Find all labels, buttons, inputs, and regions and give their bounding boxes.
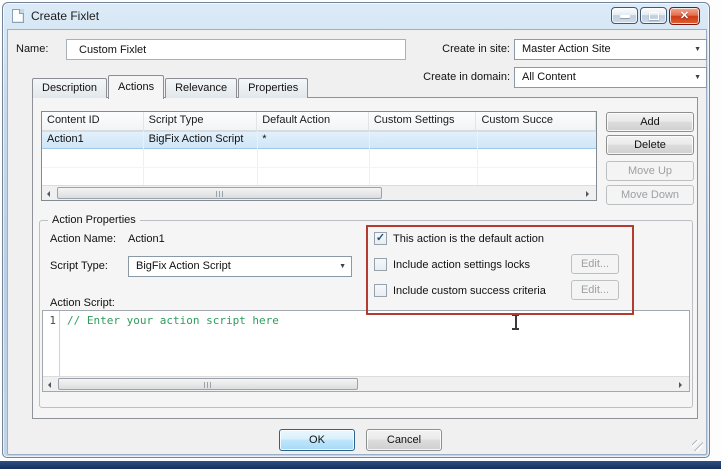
tab-properties[interactable]: Properties xyxy=(238,78,309,98)
script-type-dropdown[interactable]: BigFix Action Script ▼ xyxy=(128,256,352,277)
cell-content-id: Action1 xyxy=(47,133,84,145)
document-icon xyxy=(12,9,24,23)
text-cursor-icon xyxy=(511,314,520,330)
edit-locks-button[interactable]: Edit... xyxy=(571,254,619,274)
scrollbar-thumb[interactable] xyxy=(57,187,382,199)
scrollbar-thumb[interactable] xyxy=(58,378,358,390)
grid-line xyxy=(143,131,144,185)
close-icon: ✕ xyxy=(679,10,690,22)
action-name-label: Action Name: xyxy=(50,233,117,245)
tab-strip: Description Actions Relevance Properties xyxy=(32,74,309,99)
create-in-domain-dropdown[interactable]: All Content ▼ xyxy=(514,67,707,88)
title-bar[interactable]: Create Fixlet ✕ xyxy=(3,3,709,29)
actions-table: Content ID Script Type Default Action Cu… xyxy=(41,111,597,201)
domain-selected-value: All Content xyxy=(522,71,576,83)
create-in-site-dropdown[interactable]: Master Action Site ▼ xyxy=(514,39,707,60)
script-code-text: // Enter your action script here xyxy=(67,314,279,327)
cell-default-action: * xyxy=(262,133,267,145)
window-title: Create Fixlet xyxy=(31,9,100,23)
scroll-left-icon[interactable] xyxy=(42,187,57,200)
group-legend: Action Properties xyxy=(48,214,140,226)
edit-criteria-button[interactable]: Edit... xyxy=(571,280,619,300)
grid-line xyxy=(42,167,596,168)
chevron-down-icon: ▼ xyxy=(694,74,701,81)
tab-description[interactable]: Description xyxy=(32,78,108,98)
column-header-custom-settings[interactable]: Custom Settings xyxy=(368,112,477,131)
move-up-button[interactable]: Move Up xyxy=(606,161,694,181)
tab-relevance[interactable]: Relevance xyxy=(165,78,238,98)
settings-locks-checkbox-label: Include action settings locks xyxy=(393,259,530,271)
action-properties-group: Action Properties Action Name: Action1 S… xyxy=(39,214,693,408)
default-action-checkbox-label: This action is the default action xyxy=(393,233,545,245)
maximize-button[interactable] xyxy=(640,7,667,24)
window-controls: ✕ xyxy=(609,7,700,25)
column-header-script-type[interactable]: Script Type xyxy=(143,112,258,131)
create-in-domain-label: Create in domain: xyxy=(423,71,510,83)
line-number: 1 xyxy=(49,314,56,327)
site-selected-value: Master Action Site xyxy=(522,43,611,55)
action-name-value: Action1 xyxy=(128,233,165,245)
screenshot-background: Create Fixlet ✕ Name: Create in site: Ma… xyxy=(0,0,721,469)
scroll-right-icon[interactable] xyxy=(674,378,689,391)
column-header-custom-success[interactable]: Custom Succe xyxy=(476,112,596,131)
tab-actions[interactable]: Actions xyxy=(108,75,165,99)
ok-button[interactable]: OK xyxy=(279,429,355,451)
delete-button[interactable]: Delete xyxy=(606,135,694,155)
cell-custom-success xyxy=(476,132,596,148)
scrollbar-grip-icon xyxy=(215,191,224,197)
scrollbar-grip-icon xyxy=(204,382,212,388)
cell-custom-settings xyxy=(369,132,477,148)
table-horizontal-scrollbar[interactable] xyxy=(42,185,596,200)
scroll-right-icon[interactable] xyxy=(581,187,596,200)
minimize-button[interactable] xyxy=(611,7,638,24)
resize-grip[interactable] xyxy=(692,440,703,451)
grid-line xyxy=(369,131,370,185)
desktop-edge-strip xyxy=(0,461,721,469)
create-fixlet-dialog: Create Fixlet ✕ Name: Create in site: Ma… xyxy=(2,2,710,458)
scroll-left-icon[interactable] xyxy=(43,378,58,391)
cancel-button[interactable]: Cancel xyxy=(366,429,442,451)
cell-script-type: BigFix Action Script xyxy=(148,133,244,145)
column-header-default-action[interactable]: Default Action xyxy=(257,112,369,131)
editor-horizontal-scrollbar[interactable] xyxy=(43,376,689,391)
table-header-row: Content ID Script Type Default Action Cu… xyxy=(42,112,596,131)
name-label: Name: xyxy=(16,43,49,55)
success-criteria-checkbox[interactable] xyxy=(374,284,387,297)
add-button[interactable]: Add xyxy=(606,112,694,132)
close-button[interactable]: ✕ xyxy=(669,7,700,25)
script-type-selected-value: BigFix Action Script xyxy=(136,260,231,272)
grid-line xyxy=(477,131,478,185)
action-script-editor[interactable]: 1 // Enter your action script here xyxy=(42,310,690,392)
maximize-icon xyxy=(649,12,659,20)
success-criteria-checkbox-label: Include custom success criteria xyxy=(393,285,546,297)
create-in-site-label: Create in site: xyxy=(442,43,510,55)
chevron-down-icon: ▼ xyxy=(694,46,701,53)
default-action-checkbox[interactable]: ✓ xyxy=(374,232,387,245)
script-type-label: Script Type: xyxy=(50,260,108,272)
column-header-content-id[interactable]: Content ID xyxy=(42,112,144,131)
chevron-down-icon: ▼ xyxy=(339,263,346,270)
move-down-button[interactable]: Move Down xyxy=(606,185,694,205)
minimize-icon xyxy=(620,15,630,18)
settings-locks-checkbox[interactable] xyxy=(374,258,387,271)
actions-tab-panel: Content ID Script Type Default Action Cu… xyxy=(32,97,698,419)
line-number-gutter: 1 xyxy=(43,311,60,377)
grid-line xyxy=(257,131,258,185)
table-row-action1[interactable]: Action1 BigFix Action Script * xyxy=(42,131,596,149)
dialog-client-area: Name: Create in site: Master Action Site… xyxy=(7,29,707,455)
action-script-label: Action Script: xyxy=(50,297,115,309)
